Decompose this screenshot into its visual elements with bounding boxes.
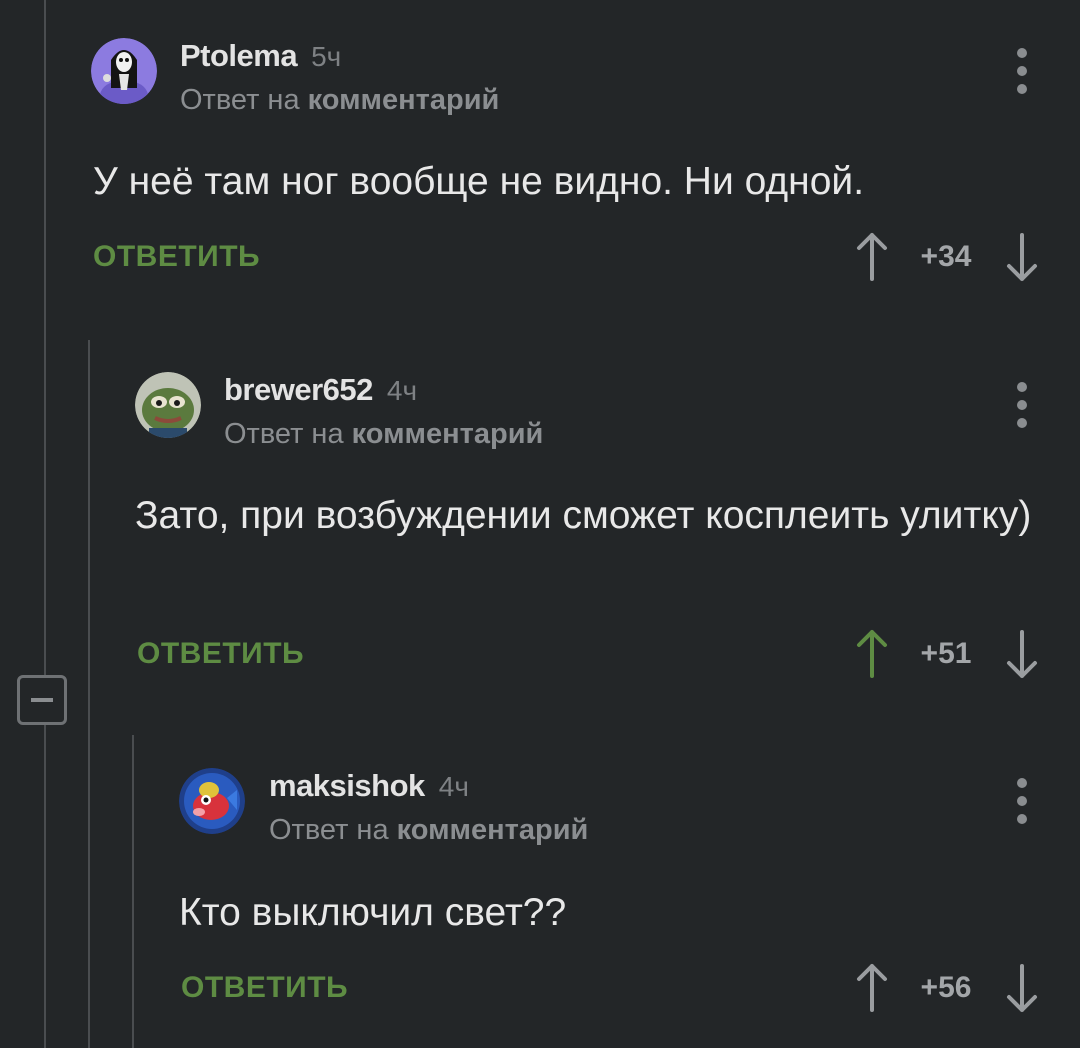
collapse-thread-button[interactable]	[17, 675, 67, 725]
more-options-icon[interactable]	[1015, 48, 1029, 94]
reply-to-prefix: Ответ на	[269, 814, 389, 846]
reply-to-line: Ответ на комментарий	[180, 84, 499, 117]
reply-to-link[interactable]: комментарий	[397, 814, 589, 846]
thread-line-level-2	[88, 340, 90, 1048]
downvote-icon[interactable]	[1005, 629, 1039, 679]
avatar[interactable]	[91, 38, 157, 104]
score: +51	[920, 637, 972, 670]
reply-to-prefix: Ответ на	[180, 84, 300, 116]
reply-to-link[interactable]: комментарий	[308, 84, 500, 116]
reply-to-line: Ответ на комментарий	[224, 418, 543, 451]
comment-text: Кто выключил свет??	[179, 891, 567, 934]
comment-thread: Ptolema 5ч Ответ на комментарий У неё та…	[0, 0, 1080, 1048]
thread-line-level-1	[44, 0, 46, 1048]
avatar[interactable]	[135, 372, 201, 438]
thread-line-level-3	[132, 735, 134, 1048]
timestamp: 4ч	[438, 771, 469, 802]
reply-button[interactable]: ОТВЕТИТЬ	[137, 637, 304, 671]
timestamp: 4ч	[386, 375, 418, 406]
timestamp: 5ч	[311, 41, 342, 72]
more-options-icon[interactable]	[1015, 778, 1029, 824]
reply-to-link[interactable]: комментарий	[352, 418, 544, 450]
downvote-icon[interactable]	[1005, 963, 1039, 1013]
avatar[interactable]	[179, 768, 245, 834]
reply-to-line: Ответ на комментарий	[269, 814, 588, 847]
score: +56	[920, 971, 972, 1004]
username[interactable]: brewer652	[224, 372, 373, 408]
reply-button[interactable]: ОТВЕТИТЬ	[93, 240, 260, 274]
username[interactable]: maksishok	[269, 768, 425, 804]
reply-button[interactable]: ОТВЕТИТЬ	[181, 971, 348, 1005]
upvote-icon[interactable]	[855, 963, 889, 1013]
score: +34	[920, 240, 972, 273]
reply-to-prefix: Ответ на	[224, 418, 344, 450]
comment-text: У неё там ног вообще не видно. Ни одной.	[93, 160, 865, 203]
minus-icon	[31, 698, 53, 702]
more-options-icon[interactable]	[1015, 382, 1029, 428]
upvote-icon[interactable]	[855, 232, 889, 282]
comment-text: Зато, при возбуждении сможет косплеить у…	[135, 494, 1032, 537]
username[interactable]: Ptolema	[180, 38, 298, 74]
downvote-icon[interactable]	[1005, 232, 1039, 282]
upvote-icon[interactable]	[855, 629, 889, 679]
